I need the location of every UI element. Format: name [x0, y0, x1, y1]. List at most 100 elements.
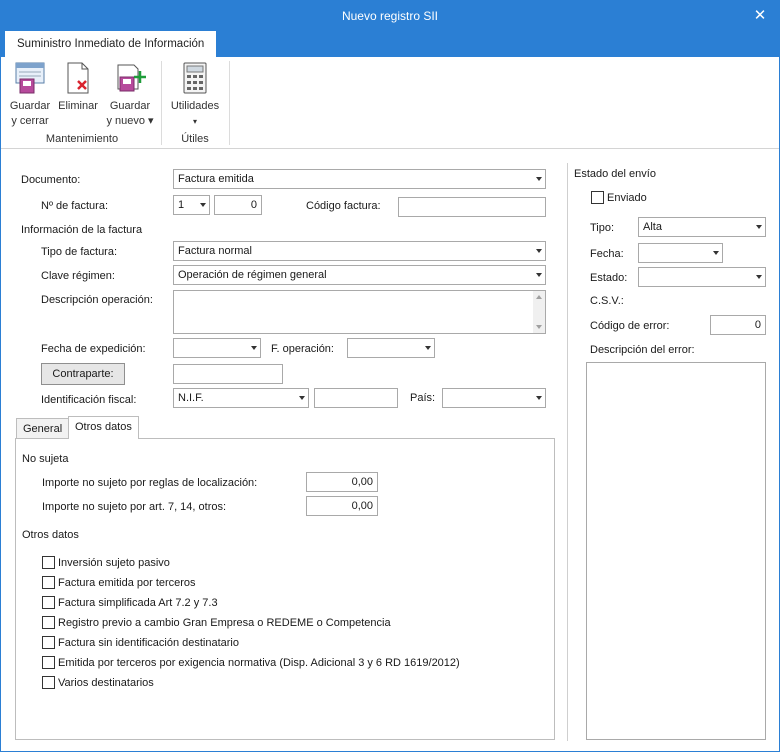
chevron-down-icon: [536, 177, 542, 181]
num-serie-select[interactable]: 1: [173, 195, 210, 215]
num-factura-input[interactable]: 0: [214, 195, 262, 215]
factura-terceros-checkbox[interactable]: [42, 576, 55, 589]
close-icon[interactable]: ✕: [749, 5, 771, 27]
documento-label: Documento:: [21, 174, 81, 186]
fecha-expedicion-picker[interactable]: [173, 338, 261, 358]
info-factura-heading: Información de la factura: [21, 224, 143, 236]
exigencia-normativa-checkbox[interactable]: [42, 656, 55, 669]
eliminar-button[interactable]: Eliminar: [55, 61, 101, 114]
f-operacion-picker[interactable]: [347, 338, 435, 358]
inversion-sujeto-pasivo-label: Inversión sujeto pasivo: [58, 557, 170, 569]
ribbon-tab-strip: Suministro Inmediato de Información: [1, 31, 779, 57]
eliminar-label: Eliminar: [58, 100, 98, 112]
codigo-factura-label: Código factura:: [306, 200, 381, 212]
chevron-down-icon: [536, 249, 542, 253]
no-sujeta-heading: No sujeta: [22, 453, 69, 465]
sin-identificacion-checkbox[interactable]: [42, 636, 55, 649]
chevron-down-icon: [425, 346, 431, 350]
identificacion-label: Identificación fiscal:: [41, 394, 137, 406]
chevron-down-icon: [536, 273, 542, 277]
identificacion-select[interactable]: N.I.F.: [173, 388, 309, 408]
identificacion-value: N.I.F.: [178, 392, 204, 404]
ribbon-separator: [161, 61, 162, 145]
guardar-nuevo-label-1: Guardar: [109, 100, 151, 112]
contraparte-button[interactable]: Contraparte:: [41, 363, 125, 385]
guardar-nuevo-button[interactable]: Guardar y nuevo ▾: [105, 61, 155, 129]
scroll-up-icon[interactable]: [536, 295, 542, 299]
f-operacion-label: F. operación:: [271, 343, 334, 355]
inversion-sujeto-pasivo-checkbox[interactable]: [42, 556, 55, 569]
tab-general[interactable]: General: [16, 418, 70, 439]
chevron-down-icon: [251, 346, 257, 350]
column-divider: [567, 163, 568, 741]
num-serie-value: 1: [178, 199, 185, 211]
estado-select[interactable]: [638, 267, 766, 287]
importe-art-input[interactable]: 0,00: [306, 496, 378, 516]
varios-destinatarios-label: Varios destinatarios: [58, 677, 154, 689]
codigo-error-input[interactable]: 0: [710, 315, 766, 335]
group-label-mantenimiento: Mantenimiento: [45, 133, 119, 145]
pais-select[interactable]: [442, 388, 546, 408]
tipo-factura-label: Tipo de factura:: [41, 246, 118, 258]
tipo-value: Alta: [643, 221, 662, 233]
descripcion-textarea[interactable]: [173, 290, 546, 334]
chevron-down-icon: [536, 396, 542, 400]
chevron-down-icon: [756, 275, 762, 279]
dialog-window: Nuevo registro SII ✕ Suministro Inmediat…: [0, 0, 780, 752]
otros-datos-heading: Otros datos: [22, 529, 79, 541]
registro-previo-checkbox[interactable]: [42, 616, 55, 629]
clave-regimen-value: Operación de régimen general: [178, 269, 327, 281]
fecha-label: Fecha:: [590, 248, 624, 260]
importe-art-label: Importe no sujeto por art. 7, 14, otros:: [42, 501, 227, 513]
descripcion-scrollbar[interactable]: [533, 291, 545, 333]
factura-simplificada-label: Factura simplificada Art 7.2 y 7.3: [58, 597, 218, 609]
exigencia-normativa-label: Emitida por terceros por exigencia norma…: [58, 657, 460, 669]
tipo-factura-value: Factura normal: [178, 245, 252, 257]
clave-regimen-label: Clave régimen:: [41, 270, 115, 282]
factura-terceros-label: Factura emitida por terceros: [58, 577, 196, 589]
estado-label: Estado:: [590, 272, 628, 284]
contraparte-input[interactable]: [173, 364, 283, 384]
chevron-down-icon: ▾: [192, 117, 197, 126]
tab-otros-datos[interactable]: Otros datos: [68, 416, 139, 439]
importe-localizacion-label: Importe no sujeto por reglas de localiza…: [42, 477, 258, 489]
guardar-cerrar-button[interactable]: Guardar y cerrar: [7, 61, 53, 129]
tipo-select[interactable]: Alta: [638, 217, 766, 237]
importe-localizacion-input[interactable]: 0,00: [306, 472, 378, 492]
chevron-down-icon: [713, 251, 719, 255]
descripcion-label: Descripción operación:: [41, 294, 153, 306]
varios-destinatarios-checkbox[interactable]: [42, 676, 55, 689]
fecha-picker[interactable]: [638, 243, 723, 263]
identificacion-number-input[interactable]: [314, 388, 398, 408]
ribbon: Guardar y cerrar Eliminar Guardar y nuev…: [1, 57, 779, 149]
tipo-factura-select[interactable]: Factura normal: [173, 241, 546, 261]
documento-value: Factura emitida: [178, 173, 254, 185]
codigo-factura-input[interactable]: [398, 197, 546, 217]
save-close-icon: [15, 62, 45, 94]
tipo-label: Tipo:: [590, 222, 615, 234]
enviado-checkbox[interactable]: [591, 191, 604, 204]
ribbon-tab-sii[interactable]: Suministro Inmediato de Información: [5, 31, 217, 57]
estado-envio-heading: Estado del envío: [574, 168, 656, 180]
delete-document-icon: [67, 62, 89, 94]
scroll-down-icon[interactable]: [536, 325, 542, 329]
utilidades-button[interactable]: Utilidades ▾: [167, 61, 223, 129]
chevron-down-icon: [299, 396, 305, 400]
sin-identificacion-label: Factura sin identificación destinatario: [58, 637, 239, 649]
csv-label: C.S.V.:: [590, 295, 624, 307]
guardar-nuevo-label-2: y nuevo ▾: [106, 115, 154, 127]
chevron-down-icon: [200, 203, 206, 207]
pais-label: País:: [410, 392, 436, 404]
otros-datos-panel: No sujeta Importe no sujeto por reglas d…: [15, 438, 555, 740]
chevron-down-icon: [756, 225, 762, 229]
descripcion-error-label: Descripción del error:: [590, 344, 695, 356]
factura-simplificada-checkbox[interactable]: [42, 596, 55, 609]
ribbon-separator: [229, 61, 230, 145]
descripcion-error-textarea[interactable]: [586, 362, 766, 740]
fecha-expedicion-label: Fecha de expedición:: [41, 343, 146, 355]
clave-regimen-select[interactable]: Operación de régimen general: [173, 265, 546, 285]
calculator-icon: [183, 62, 207, 94]
group-label-utiles: Útiles: [181, 133, 209, 145]
documento-select[interactable]: Factura emitida: [173, 169, 546, 189]
utilidades-label: Utilidades: [170, 100, 220, 112]
